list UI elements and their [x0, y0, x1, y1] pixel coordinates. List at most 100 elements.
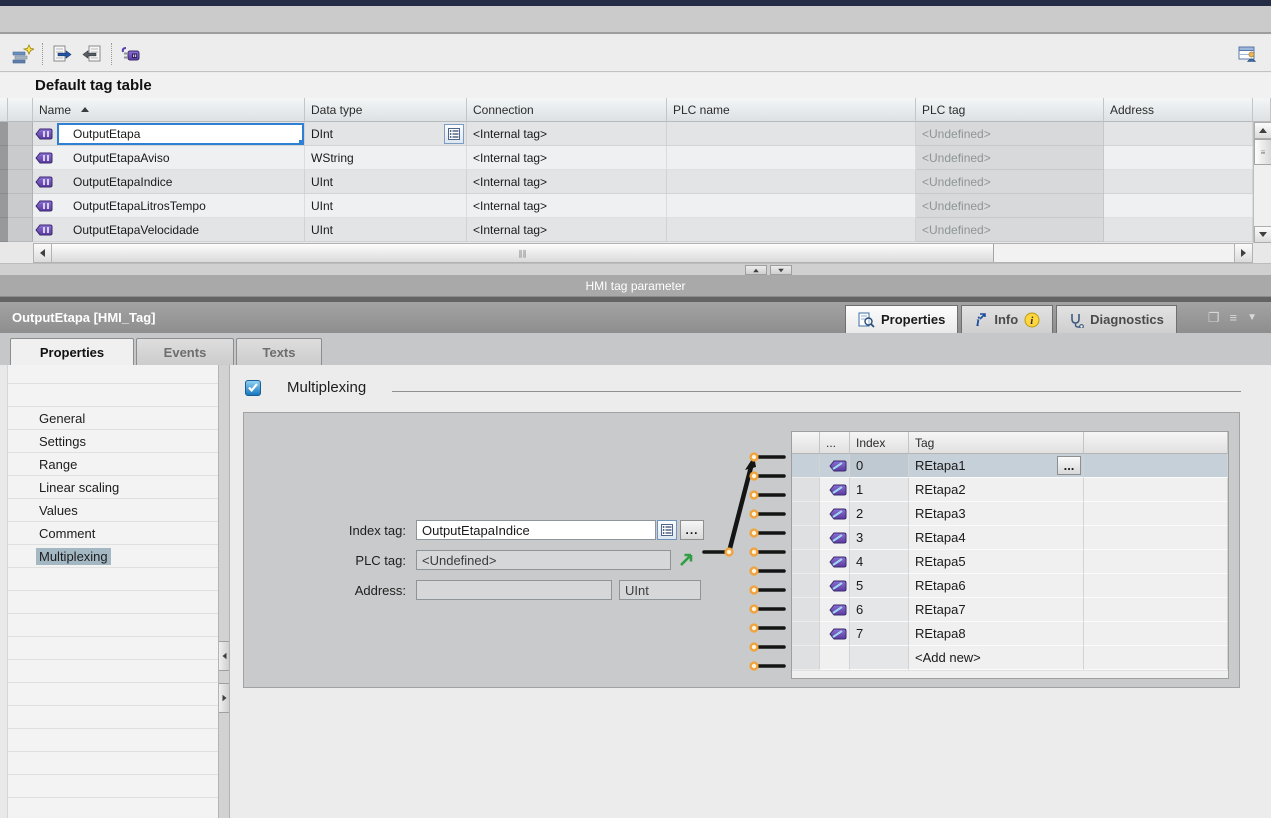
plc-tag-cell[interactable]: <Undefined> [916, 170, 1104, 194]
tab-events[interactable]: Events [136, 338, 234, 365]
multiplexing-checkbox[interactable] [245, 380, 261, 396]
index-tag-input[interactable]: OutputEtapaIndice [416, 520, 656, 540]
mux-tag-browse-button[interactable]: ... [1057, 456, 1081, 475]
float-panel-icon[interactable]: ❐ [1208, 310, 1220, 326]
mux-tag-cell[interactable]: REtapa2 [909, 478, 1084, 502]
plc-name-cell[interactable] [667, 194, 916, 218]
column-header-name[interactable]: Name [33, 98, 305, 122]
collapse-down-button[interactable] [770, 265, 792, 275]
scroll-left-button[interactable] [34, 244, 52, 262]
mux-row-selector[interactable] [792, 478, 820, 502]
info-view-button[interactable]: i Info i [961, 305, 1053, 333]
column-header-data-type[interactable]: Data type [305, 98, 467, 122]
mux-row-selector[interactable] [792, 646, 820, 670]
address-cell[interactable] [1104, 146, 1253, 170]
mux-row-selector[interactable] [792, 550, 820, 574]
collapse-panel-icon[interactable]: ▼ [1247, 312, 1257, 323]
column-header-plc-name[interactable]: PLC name [667, 98, 916, 122]
data-type-dropdown-button[interactable] [444, 124, 464, 144]
scroll-down-button[interactable] [1254, 226, 1271, 243]
mux-index-cell[interactable]: 6 [850, 598, 909, 622]
plc-name-cell[interactable] [667, 122, 916, 146]
pane-splitter[interactable] [0, 263, 1271, 275]
plc-name-cell[interactable] [667, 146, 916, 170]
nav-item-range[interactable]: Range [8, 453, 218, 476]
row-selector[interactable] [8, 170, 33, 194]
expand-nav-right-button[interactable] [219, 683, 229, 713]
plc-name-cell[interactable] [667, 218, 916, 242]
name-cell[interactable]: OutputEtapaIndice [33, 170, 305, 194]
mux-index-cell[interactable]: 3 [850, 526, 909, 550]
mux-tag-cell[interactable]: REtapa7 [909, 598, 1084, 622]
go-to-plc-tag-icon[interactable] [677, 549, 697, 569]
column-header-address[interactable]: Address [1104, 98, 1253, 122]
data-type-cell[interactable]: UInt [305, 194, 467, 218]
address-cell[interactable] [1104, 194, 1253, 218]
address-cell[interactable] [1104, 122, 1253, 146]
nav-splitter[interactable] [218, 365, 230, 818]
vertical-scrollbar[interactable]: ≡ [1253, 122, 1271, 243]
hmi-tag-parameter-bar[interactable]: HMI tag parameter [0, 275, 1271, 297]
row-selector[interactable] [8, 218, 33, 242]
name-cell[interactable]: OutputEtapaVelocidade [33, 218, 305, 242]
column-header-plc-tag[interactable]: PLC tag [916, 98, 1104, 122]
mux-row-selector[interactable] [792, 502, 820, 526]
data-type-cell[interactable]: UInt [305, 170, 467, 194]
plc-tag-cell[interactable]: <Undefined> [916, 194, 1104, 218]
mux-tag-cell[interactable]: REtapa3 [909, 502, 1084, 526]
mux-tag-cell[interactable]: REtapa4 [909, 526, 1084, 550]
horizontal-scroll-thumb[interactable]: ∥∥ [52, 244, 994, 262]
panel-menu-icon[interactable]: ≡ [1230, 310, 1238, 325]
index-tag-list-button[interactable] [657, 520, 677, 540]
export-button[interactable] [49, 41, 75, 67]
data-type-cell[interactable]: WString [305, 146, 467, 170]
row-selector[interactable] [8, 146, 33, 170]
connection-cell[interactable]: <Internal tag> [467, 194, 667, 218]
tab-texts[interactable]: Texts [236, 338, 322, 365]
plc-tag-cell[interactable]: <Undefined> [916, 122, 1104, 146]
collapse-up-button[interactable] [745, 265, 767, 275]
mux-header-tag[interactable]: Tag [909, 432, 1084, 454]
tag-table-user-view-button[interactable] [1235, 41, 1261, 67]
mux-tag-cell[interactable]: REtapa5 [909, 550, 1084, 574]
selection-fill-handle[interactable] [299, 140, 304, 145]
mux-row-selector[interactable] [792, 598, 820, 622]
mux-header-index[interactable]: Index [850, 432, 909, 454]
mux-index-cell[interactable]: 7 [850, 622, 909, 646]
name-cell[interactable]: OutputEtapaLitrosTempo [33, 194, 305, 218]
nav-item-general[interactable]: General [8, 407, 218, 430]
mux-index-cell[interactable]: 1 [850, 478, 909, 502]
nav-item-values[interactable]: Values [8, 499, 218, 522]
mux-row-selector[interactable] [792, 574, 820, 598]
mux-index-cell[interactable]: 5 [850, 574, 909, 598]
address-cell[interactable] [1104, 170, 1253, 194]
nav-item-comment[interactable]: Comment [8, 522, 218, 545]
data-type-cell[interactable]: DInt [305, 122, 467, 146]
nav-item-multiplexing[interactable]: Multiplexing [8, 545, 218, 568]
horizontal-scrollbar[interactable]: ∥∥ [33, 243, 1253, 263]
scroll-up-button[interactable] [1254, 122, 1271, 139]
connection-cell[interactable]: <Internal tag> [467, 122, 667, 146]
plc-tag-cell[interactable]: <Undefined> [916, 218, 1104, 242]
row-selector[interactable] [8, 194, 33, 218]
mux-index-cell[interactable]: 4 [850, 550, 909, 574]
connection-cell[interactable]: <Internal tag> [467, 146, 667, 170]
diagnostics-view-button[interactable]: Diagnostics [1056, 305, 1177, 333]
tab-properties[interactable]: Properties [10, 338, 134, 365]
address-cell[interactable] [1104, 218, 1253, 242]
plc-tag-cell[interactable]: <Undefined> [916, 146, 1104, 170]
row-selector[interactable] [8, 122, 33, 146]
connections-button[interactable] [118, 41, 144, 67]
connection-cell[interactable]: <Internal tag> [467, 218, 667, 242]
nav-item-settings[interactable]: Settings [8, 430, 218, 453]
scroll-right-button[interactable] [1234, 244, 1252, 262]
mux-row-selector[interactable] [792, 454, 820, 478]
mux-header-icon[interactable]: ... [820, 432, 850, 454]
connection-cell[interactable]: <Internal tag> [467, 170, 667, 194]
plc-name-cell[interactable] [667, 170, 916, 194]
collapse-nav-left-button[interactable] [219, 641, 229, 671]
column-header-connection[interactable]: Connection [467, 98, 667, 122]
mux-tag-cell[interactable]: REtapa8 [909, 622, 1084, 646]
mux-row-selector[interactable] [792, 622, 820, 646]
nav-item-linear-scaling[interactable]: Linear scaling [8, 476, 218, 499]
